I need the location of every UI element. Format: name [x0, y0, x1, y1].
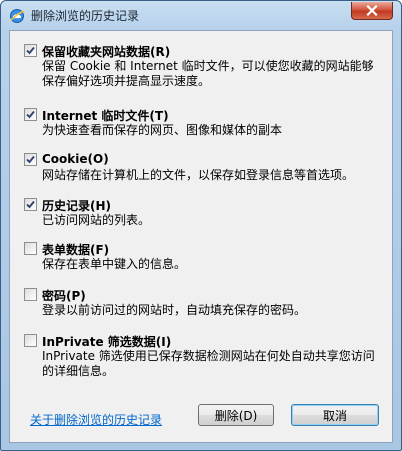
about-delete-history-link[interactable]: 关于删除浏览的历史记录 — [30, 411, 162, 428]
option-form-data[interactable]: 表单数据(F) 保存在表单中键入的信息。 — [24, 241, 384, 273]
checkmark-icon — [26, 110, 35, 119]
title-bar[interactable]: 删除浏览的历史记录 — [1, 1, 401, 30]
option-preserve-favorites[interactable]: 保留收藏夹网站数据(R) 保留 Cookie 和 Internet 临时文件，可… — [24, 43, 384, 91]
option-label[interactable]: 表单数据(F) — [42, 241, 109, 258]
option-label[interactable]: 密码(P) — [42, 287, 86, 304]
option-description: 已访问网站的列表。 — [42, 213, 151, 227]
close-icon — [366, 5, 378, 16]
checkbox-passwords[interactable] — [24, 288, 37, 301]
option-label[interactable]: 历史记录(H) — [42, 197, 111, 214]
checkbox-history[interactable] — [24, 198, 37, 211]
option-cookies[interactable]: Cookie(O) 网站存储在计算机上的文件，以保存如登录信息等首选项。 — [24, 152, 384, 184]
option-temporary-files[interactable]: Internet 临时文件(T) 为快速查看而保存的网页、图像和媒体的副本 — [24, 107, 384, 139]
option-history[interactable]: 历史记录(H) 已访问网站的列表。 — [24, 197, 384, 229]
option-inprivate-filtering[interactable]: InPrivate 筛选数据(I) InPrivate 筛选使用已保存数据检测网… — [24, 333, 384, 381]
option-description: InPrivate 筛选使用已保存数据检测网站在何处自动共享您访问的详细信息。 — [42, 349, 375, 378]
checkmark-icon — [26, 155, 35, 164]
close-button[interactable] — [351, 2, 393, 20]
checkbox-cookies[interactable] — [24, 153, 37, 166]
option-label[interactable]: Internet 临时文件(T) — [42, 107, 169, 124]
checkbox-inprivate-filtering[interactable] — [24, 334, 37, 347]
checkbox-temporary-files[interactable] — [24, 108, 37, 121]
internet-explorer-icon — [9, 8, 25, 24]
delete-button[interactable]: 删除(D) — [198, 404, 274, 426]
option-passwords[interactable]: 密码(P) 登录以前访问过的网站时，自动填充保存的密码。 — [24, 287, 384, 319]
option-label[interactable]: InPrivate 筛选数据(I) — [42, 333, 171, 350]
option-description: 保存在表单中键入的信息。 — [42, 257, 187, 271]
checkmark-icon — [26, 200, 35, 209]
option-description: 保留 Cookie 和 Internet 临时文件，可以使您收藏的网站能够保存偏… — [42, 59, 374, 88]
checkbox-form-data[interactable] — [24, 242, 37, 255]
checkmark-icon — [26, 46, 35, 55]
option-description: 网站存储在计算机上的文件，以保存如登录信息等首选项。 — [42, 168, 355, 182]
option-description: 为快速查看而保存的网页、图像和媒体的副本 — [42, 123, 283, 137]
checkbox-preserve-favorites[interactable] — [24, 44, 37, 57]
dialog-body: 保留收藏夹网站数据(R) 保留 Cookie 和 Internet 临时文件，可… — [9, 30, 393, 443]
window-title: 删除浏览的历史记录 — [31, 9, 140, 23]
option-label[interactable]: 保留收藏夹网站数据(R) — [42, 43, 170, 60]
option-description: 登录以前访问过的网站时，自动填充保存的密码。 — [42, 303, 307, 317]
option-label[interactable]: Cookie(O) — [42, 152, 109, 166]
cancel-button[interactable]: 取消 — [291, 404, 379, 426]
delete-browsing-history-dialog: 删除浏览的历史记录 保留收藏夹网站数据(R) 保留 Cookie 和 Inter… — [0, 0, 402, 451]
